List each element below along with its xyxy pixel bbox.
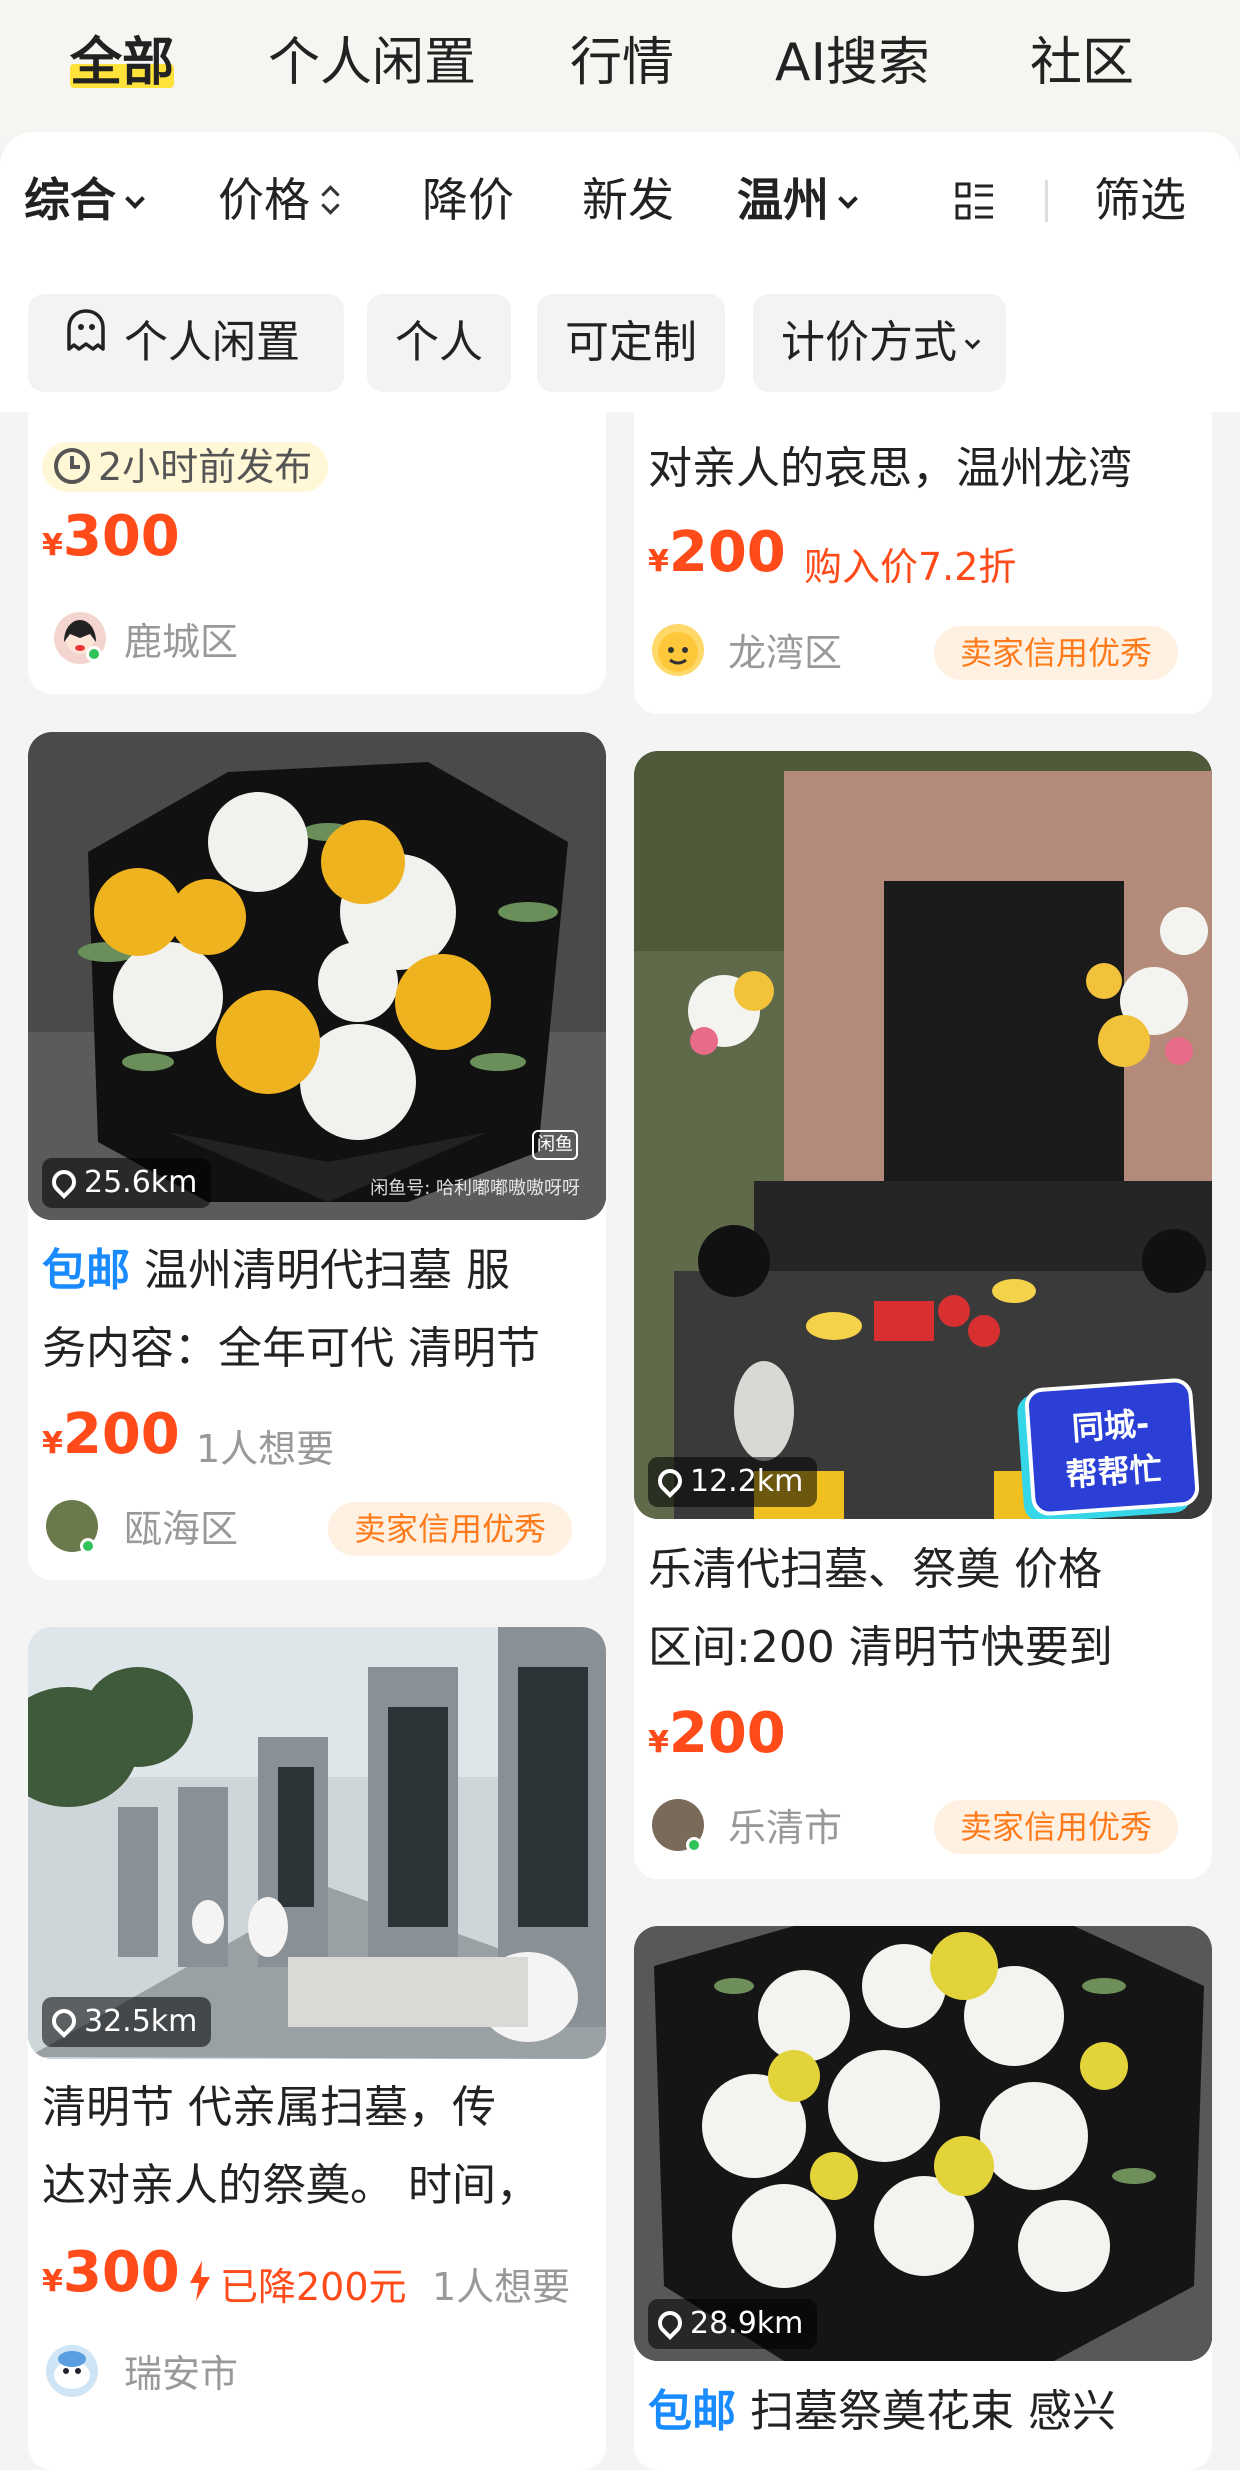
- product-title-line2: 务内容：全年可代 清明节: [42, 1323, 540, 1374]
- price: ¥200: [42, 1402, 180, 1467]
- price: ¥200: [648, 1701, 786, 1766]
- image-watermark: 闲鱼号: 哈利嘟嘟嗷嗷呀呀: [370, 1178, 580, 1199]
- product-card[interactable]: 28.9km 包邮 扫墓祭奠花束 感兴: [634, 1926, 1212, 2470]
- location: 乐清市: [728, 1806, 843, 1850]
- product-image-cemetery: 32.5km: [28, 1627, 606, 2059]
- tab-all[interactable]: 全部: [70, 28, 175, 98]
- chevron-down-icon: [838, 189, 858, 209]
- location: 鹿城区: [124, 620, 239, 664]
- online-indicator: [686, 1837, 702, 1853]
- product-title: 对亲人的哀思，温州龙湾: [648, 443, 1132, 494]
- product-card[interactable]: 同城- 帮帮忙 12.2km 乐清代扫墓、祭奠 价格 区间:200 清明节快要到…: [634, 751, 1212, 1879]
- price: ¥300: [42, 2240, 180, 2305]
- product-image-flower-bouquet: 28.9km: [634, 1926, 1212, 2361]
- location-pin-icon: [653, 1464, 687, 1498]
- chip-customizable[interactable]: 可定制: [537, 294, 725, 392]
- product-image-tomb-offerings: 同城- 帮帮忙 12.2km: [634, 751, 1212, 1519]
- location: 龙湾区: [728, 631, 843, 675]
- location-pin-icon: [47, 2004, 81, 2038]
- sort-new[interactable]: 新发: [582, 168, 674, 232]
- post-time-badge: 2小时前发布: [42, 442, 329, 492]
- online-indicator: [80, 1538, 96, 1554]
- product-card[interactable]: 2小时前发布 ¥300 鹿城区: [28, 394, 606, 694]
- price: ¥300: [42, 504, 180, 569]
- product-card[interactable]: 闲鱼 闲鱼号: 哈利嘟嘟嗷嗷呀呀 25.6km 包邮 温州清明代扫墓 服 务内容…: [28, 732, 606, 1580]
- tab-personal-idle[interactable]: 个人闲置: [268, 28, 476, 98]
- sort-price[interactable]: 价格: [218, 168, 340, 232]
- distance-badge: 28.9km: [648, 2299, 818, 2349]
- product-card[interactable]: 对亲人的哀思，温州龙湾 ¥200 购入价7.2折 龙湾区 卖家信用优秀: [634, 394, 1212, 714]
- ghost-icon: [62, 292, 110, 390]
- location-pin-icon: [653, 2306, 687, 2340]
- price-drop-bolt-icon: [188, 2261, 212, 2301]
- clock-icon: [54, 447, 90, 484]
- product-title: 包邮 扫墓祭奠花束 感兴: [648, 2386, 1116, 2437]
- product-title: 乐清代扫墓、祭奠 价格: [648, 1544, 1102, 1595]
- product-title-line2: 达对亲人的祭奠。 时间，: [42, 2160, 540, 2211]
- want-count: 1人想要: [432, 2265, 571, 2309]
- distance-badge: 25.6km: [42, 1158, 212, 1208]
- top-category-tabs: 全部 个人闲置 行情 AI搜索 社区: [0, 0, 1240, 140]
- distance-badge: 12.2km: [648, 1457, 818, 1507]
- location: 瓯海区: [124, 1507, 239, 1551]
- distance-badge: 32.5km: [42, 1997, 212, 2047]
- product-title-line2: 区间:200 清明节快要到: [648, 1622, 1113, 1673]
- chip-pricing-method[interactable]: 计价方式: [753, 294, 1006, 392]
- product-image-flower-bouquet: 闲鱼 闲鱼号: 哈利嘟嘟嗷嗷呀呀 25.6km: [28, 732, 606, 1220]
- free-shipping-tag: 包邮: [648, 2386, 736, 2437]
- location: 瑞安市: [124, 2352, 239, 2396]
- online-indicator: [86, 646, 102, 662]
- layout-toggle-icon[interactable]: [955, 180, 995, 224]
- tab-market[interactable]: 行情: [570, 28, 674, 98]
- product-title: 包邮 温州清明代扫墓 服: [42, 1245, 510, 1296]
- free-shipping-tag: 包邮: [42, 1245, 130, 1296]
- seller-credit-badge: 卖家信用优秀: [934, 1800, 1179, 1854]
- city-selector[interactable]: 温州: [737, 168, 858, 232]
- sort-price-drop[interactable]: 降价: [422, 168, 514, 232]
- xianyu-logo: 闲鱼: [532, 1130, 578, 1160]
- chip-personal[interactable]: 个人: [367, 294, 511, 392]
- tab-community[interactable]: 社区: [1030, 28, 1134, 98]
- divider: [1045, 180, 1048, 222]
- product-card[interactable]: 32.5km 清明节 代亲属扫墓，传 达对亲人的祭奠。 时间， ¥300 已降2…: [28, 1627, 606, 2470]
- same-city-help-sticker: 同城- 帮帮忙: [1023, 1377, 1201, 1517]
- want-count: 1人想要: [196, 1427, 335, 1471]
- sort-comprehensive[interactable]: 综合: [24, 168, 145, 232]
- avatar: [46, 2345, 98, 2397]
- sort-arrows-icon: [320, 184, 340, 218]
- chevron-down-icon: [964, 333, 981, 350]
- chip-personal-idle[interactable]: 个人闲置: [28, 294, 344, 392]
- purchase-discount-note: 购入价7.2折: [804, 545, 1017, 589]
- seller-credit-badge: 卖家信用优秀: [328, 1502, 573, 1556]
- product-title: 清明节 代亲属扫墓，传: [42, 2082, 496, 2133]
- price-drop-note: 已降200元: [220, 2265, 407, 2309]
- chevron-down-icon: [125, 189, 145, 209]
- location-pin-icon: [47, 1165, 81, 1199]
- seller-credit-badge: 卖家信用优秀: [934, 626, 1179, 680]
- price: ¥200: [648, 520, 786, 585]
- avatar: [652, 624, 704, 676]
- filter-button[interactable]: 筛选: [1094, 168, 1186, 232]
- tab-ai-search[interactable]: AI搜索: [775, 28, 930, 98]
